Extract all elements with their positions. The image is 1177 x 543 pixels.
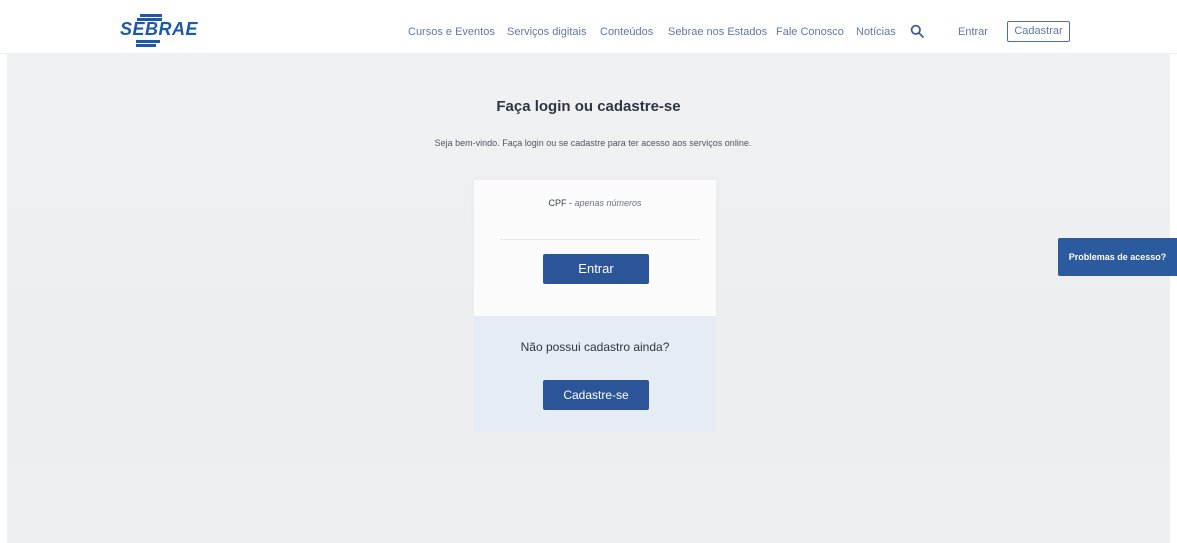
site-header: SEBRAE Cursos e Eventos Serviços digitai… <box>0 0 1177 54</box>
cpf-label-text: CPF - <box>548 198 575 208</box>
login-submit-button[interactable]: Entrar <box>543 254 649 284</box>
nav-item-noticias[interactable]: Notícias <box>856 26 896 38</box>
register-panel <box>474 316 716 432</box>
no-account-prompt: Não possui cadastro ainda? <box>520 340 670 354</box>
nav-item-fale-conosco[interactable]: Fale Conosco <box>776 26 844 38</box>
signup-button[interactable]: Cadastre-se <box>543 380 649 410</box>
nav-item-conteudos[interactable]: Conteúdos <box>600 26 653 38</box>
search-icon[interactable] <box>910 24 924 38</box>
cpf-input[interactable] <box>500 216 700 240</box>
access-problems-tab[interactable]: Problemas de acesso? <box>1058 238 1177 276</box>
cpf-label-hint: apenas números <box>574 198 642 208</box>
login-link[interactable]: Entrar <box>958 26 988 38</box>
page-title: Faça login ou cadastre-se <box>496 98 681 115</box>
nav-item-sebrae-nos-estados[interactable]: Sebrae nos Estados <box>668 26 767 38</box>
register-button[interactable]: Cadastrar <box>1007 21 1070 42</box>
nav-item-cursos-e-eventos[interactable]: Cursos e Eventos <box>408 26 495 38</box>
page: SEBRAE Cursos e Eventos Serviços digitai… <box>0 0 1177 543</box>
page-subtitle: Seja bem-vindo. Faça login ou se cadastr… <box>434 138 752 148</box>
cpf-field-label: CPF - apenas números <box>474 198 716 208</box>
nav-item-servicos-digitais[interactable]: Serviços digitais <box>507 26 586 38</box>
main-nav: Cursos e Eventos Serviços digitais Conte… <box>0 0 1177 54</box>
